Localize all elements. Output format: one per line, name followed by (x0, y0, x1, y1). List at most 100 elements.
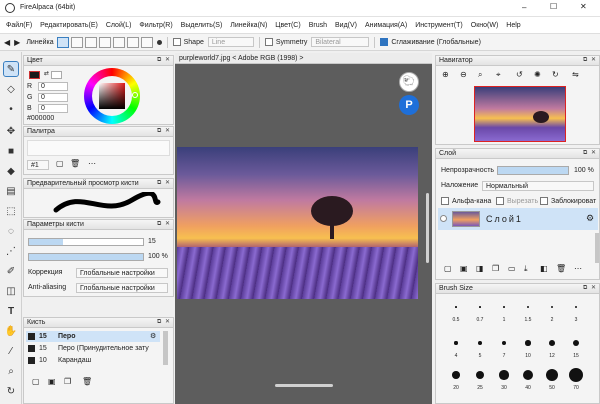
ruler-perspective-icon[interactable] (140, 36, 153, 48)
magic-wand-tool-icon[interactable]: ⋰ (4, 244, 18, 258)
float-icon[interactable]: ⧉ (157, 319, 163, 325)
list-item[interactable]: 10 Карандаш (26, 355, 160, 366)
rotate-reset-icon[interactable]: ✺ (534, 70, 541, 79)
close-button[interactable]: ✕ (580, 2, 587, 11)
gradient-tool-icon[interactable]: ▤ (4, 184, 18, 198)
lock-checkbox[interactable] (540, 197, 548, 205)
visibility-icon[interactable] (440, 215, 447, 222)
close-icon[interactable]: ✕ (165, 128, 171, 134)
text-tool-icon[interactable]: T (4, 304, 18, 318)
close-icon[interactable]: ✕ (165, 57, 171, 63)
brush-size-preset[interactable] (525, 340, 531, 346)
palette-swatch-area[interactable] (27, 140, 170, 156)
brush-size-preset[interactable] (454, 341, 458, 345)
delete-palette-icon[interactable]: 🗑 (70, 159, 80, 168)
hue-handle[interactable] (132, 92, 138, 98)
ruler-cross-icon[interactable] (84, 36, 97, 48)
brush-size-preset[interactable] (526, 305, 530, 309)
menu-window[interactable]: Окно(W) (471, 22, 499, 29)
ruler-dot-icon[interactable] (156, 39, 162, 45)
bucket-tool-icon[interactable]: ◆ (4, 164, 18, 178)
lasso-tool-icon[interactable]: ◌ (4, 224, 18, 238)
r-field[interactable]: 0 (38, 82, 68, 91)
menu-brush[interactable]: Brush (309, 22, 327, 29)
blend-mode-dropdown[interactable]: Нормальный (482, 181, 594, 191)
brush-size-preset[interactable] (478, 341, 482, 345)
maximize-button[interactable]: ☐ (550, 2, 557, 11)
select-tool-icon[interactable]: ⬚ (4, 204, 18, 218)
layer-menu-icon[interactable]: ⋯ (574, 264, 582, 273)
select-eraser-tool-icon[interactable]: ◫ (4, 284, 18, 298)
close-icon[interactable]: ✕ (165, 180, 171, 186)
close-icon[interactable]: ✕ (591, 150, 597, 156)
brush-size-preset[interactable] (545, 368, 558, 381)
layer-gear-icon[interactable]: ⚙ (586, 213, 594, 224)
float-icon[interactable]: ⧉ (583, 57, 589, 63)
new-layer-icon[interactable]: ▢ (444, 264, 452, 273)
alpha-lock-checkbox[interactable] (441, 197, 449, 205)
copy-brush-icon[interactable]: ❐ (64, 377, 71, 386)
brush-size-preset[interactable] (455, 306, 457, 308)
menu-file[interactable]: Файл(F) (6, 22, 32, 29)
brush-opacity-slider[interactable] (28, 253, 144, 261)
brush-size-preset[interactable] (572, 339, 580, 347)
menu-filter[interactable]: Фильтр(R) (139, 22, 172, 29)
hand-tool-icon[interactable]: ✋ (4, 324, 18, 338)
select-pen-tool-icon[interactable]: ✐ (4, 264, 18, 278)
zoom-fit-icon[interactable]: ⌕ (478, 70, 482, 80)
ruler-off-icon[interactable] (56, 36, 69, 48)
new-palette-icon[interactable]: ▢ (56, 159, 64, 168)
menu-ruler[interactable]: Линейка(N) (230, 22, 267, 29)
eyedropper-tool-icon[interactable]: ⁄ (4, 344, 18, 358)
ruler-radial-icon[interactable] (126, 36, 139, 48)
duplicate-brush-icon[interactable]: ▣ (48, 377, 56, 386)
new-8bit-layer-icon[interactable]: ▣ (460, 264, 468, 273)
color-wheel[interactable] (84, 68, 140, 124)
zoom-in-icon[interactable]: ⊕ (442, 70, 449, 79)
layer-row[interactable]: Слой1 ⚙ (438, 208, 598, 230)
folder-icon[interactable]: ▭ (508, 264, 516, 273)
close-icon[interactable]: ✕ (165, 319, 171, 325)
brush-size-preset[interactable] (569, 368, 583, 382)
panel-left-icon[interactable]: ◀ (4, 38, 10, 47)
brush-size-slider[interactable] (28, 238, 144, 246)
brush-size-preset[interactable] (503, 306, 505, 308)
dot-tool-icon[interactable]: • (4, 102, 18, 116)
close-icon[interactable]: ✕ (165, 221, 171, 227)
layer-list-scrollbar[interactable] (595, 233, 599, 263)
rotate-right-icon[interactable]: ↻ (552, 70, 559, 79)
minimize-button[interactable]: – (522, 3, 526, 12)
brush-size-preset[interactable] (549, 340, 555, 346)
brush-size-preset[interactable] (475, 370, 485, 380)
ruler-parallel-icon[interactable] (70, 36, 83, 48)
antialias-dropdown[interactable]: Глобальные настройки (76, 283, 168, 293)
symmetry-checkbox[interactable] (264, 38, 273, 46)
document-tab[interactable]: purpleworld7.jpg < Adobe RGB (1998) > (175, 53, 432, 64)
menu-animation[interactable]: Анимация(A) (365, 22, 407, 29)
symmetry-dropdown[interactable]: Bilateral (311, 37, 370, 47)
layer-opacity-slider[interactable] (497, 166, 569, 175)
close-icon[interactable]: ✕ (591, 57, 597, 63)
pen-tool-icon[interactable]: ✎ (3, 61, 19, 77)
color-square[interactable] (99, 83, 125, 109)
float-icon[interactable]: ⧉ (157, 221, 163, 227)
list-item[interactable]: 15 Перо (Принудительное зату (26, 343, 160, 354)
float-icon[interactable]: ⧉ (583, 285, 589, 291)
ruler-ellipse-icon[interactable] (98, 36, 111, 48)
brush-size-preset[interactable] (574, 305, 578, 309)
menu-view[interactable]: Вид(V) (335, 22, 357, 29)
menu-color[interactable]: Цвет(C) (275, 22, 300, 29)
rotate-left-icon[interactable]: ↺ (516, 70, 523, 79)
g-field[interactable]: 0 (38, 93, 68, 102)
brush-size-preset[interactable] (499, 370, 509, 380)
canvas-image[interactable] (177, 147, 418, 299)
flip-icon[interactable]: ⇋ (572, 70, 579, 79)
zoom-tool-icon[interactable]: ⌕ (4, 364, 18, 378)
layer-mask-icon[interactable]: ◧ (540, 264, 548, 273)
zoom-actual-icon[interactable]: ⌖ (496, 70, 501, 80)
ruler-concentric-icon[interactable] (112, 36, 125, 48)
float-icon[interactable]: ⧉ (157, 57, 163, 63)
brush-list-scrollbar[interactable] (163, 331, 168, 365)
close-icon[interactable]: ✕ (591, 285, 597, 291)
delete-layer-icon[interactable]: 🗑 (556, 264, 566, 273)
